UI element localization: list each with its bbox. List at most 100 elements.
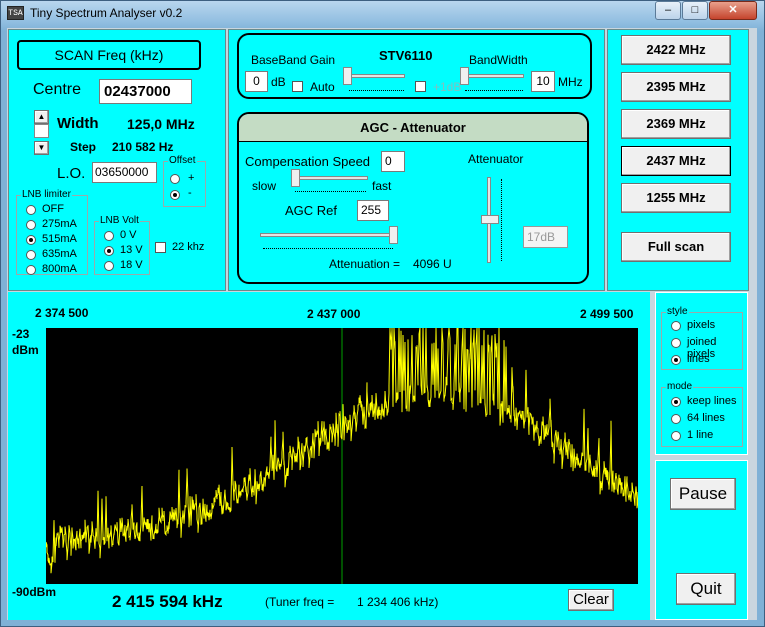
agc-title: AGC - Attenuator bbox=[239, 114, 587, 142]
mode-keep-radio[interactable] bbox=[671, 397, 681, 407]
width-up-button[interactable]: ▲ bbox=[34, 110, 49, 124]
minimize-button[interactable]: – bbox=[655, 1, 681, 20]
preset-2437-button[interactable]: 2437 MHz bbox=[621, 146, 731, 176]
comp-speed-slider[interactable] bbox=[291, 176, 368, 180]
full-scan-button[interactable]: Full scan bbox=[621, 232, 731, 262]
comp-speed-input[interactable]: 0 bbox=[381, 151, 405, 172]
style-pixels-radio[interactable] bbox=[671, 321, 681, 331]
mode-1-label: 1 line bbox=[687, 429, 714, 441]
plus1db-checkbox[interactable] bbox=[415, 81, 426, 92]
limiter-off-radio[interactable] bbox=[26, 205, 36, 215]
limiter-635-radio[interactable] bbox=[26, 250, 36, 260]
freq-left-label: 2 374 500 bbox=[35, 306, 89, 320]
offset-group-title: Offset bbox=[168, 155, 197, 166]
tuner-panel: STV6110 BaseBand Gain 0 dB Auto +1dB Ban… bbox=[228, 29, 605, 291]
pause-button[interactable]: Pause bbox=[670, 478, 736, 510]
freq-right-label: 2 499 500 bbox=[580, 307, 634, 321]
lnb-volt-title: LNB Volt bbox=[99, 215, 140, 226]
lnb-limiter-title: LNB limiter bbox=[21, 189, 72, 200]
top-db-unit: dBm bbox=[12, 343, 39, 357]
preset-1255-button[interactable]: 1255 MHz bbox=[621, 183, 731, 213]
comp-speed-ticks bbox=[295, 191, 366, 195]
tuner-freq-label: (Tuner freq = bbox=[265, 595, 335, 609]
mode-group-title: mode bbox=[666, 381, 694, 392]
volt-0-label: 0 V bbox=[120, 229, 137, 241]
preset-2369-button[interactable]: 2369 MHz bbox=[621, 109, 731, 139]
limiter-off-label: OFF bbox=[42, 203, 64, 215]
attenuator-label: Attenuator bbox=[468, 152, 524, 166]
baseband-gain-ticks bbox=[349, 90, 404, 94]
attenuator-thumb[interactable] bbox=[481, 215, 499, 224]
baseband-gain-slider[interactable] bbox=[345, 74, 405, 78]
volt-18-radio[interactable] bbox=[104, 261, 114, 271]
freq-center-label: 2 437 000 bbox=[307, 307, 361, 321]
width-label: Width bbox=[57, 115, 99, 132]
cursor-freq: 2 415 594 kHz bbox=[112, 592, 223, 611]
preset-2395-button[interactable]: 2395 MHz bbox=[621, 72, 731, 102]
agc-ref-thumb[interactable] bbox=[389, 226, 398, 244]
lo-input[interactable]: 03650000 bbox=[92, 162, 157, 183]
agc-ref-ticks bbox=[263, 248, 393, 252]
khz22-checkbox[interactable] bbox=[155, 242, 166, 253]
offset-group: Offset + - bbox=[163, 155, 206, 207]
plus1db-label: +1dB bbox=[433, 80, 462, 94]
comp-speed-label: Compensation Speed bbox=[245, 154, 371, 169]
scan-panel: SCAN Freq (kHz) Centre 02437000 ▲ ▼ Widt… bbox=[8, 29, 226, 291]
quit-button[interactable]: Quit bbox=[676, 573, 736, 605]
auto-label: Auto bbox=[310, 80, 335, 94]
limiter-515-radio[interactable] bbox=[26, 235, 36, 245]
mode-group: mode keep lines 64 lines 1 line bbox=[661, 381, 743, 447]
bandwidth-input[interactable]: 10 bbox=[531, 71, 555, 92]
top-db-label: -23 bbox=[12, 327, 30, 341]
limiter-275-radio[interactable] bbox=[26, 220, 36, 230]
title-bar[interactable]: TSA Tiny Spectrum Analyser v0.2 – □ ✕ bbox=[0, 0, 765, 28]
centre-label: Centre bbox=[33, 81, 82, 98]
baseband-unit: dB bbox=[271, 75, 286, 89]
limiter-800-radio[interactable] bbox=[26, 265, 36, 275]
lo-label: L.O. bbox=[57, 165, 86, 182]
baseband-gain-label: BaseBand Gain bbox=[251, 53, 336, 67]
spectrum-svg bbox=[45, 327, 639, 584]
maximize-button[interactable]: □ bbox=[682, 1, 708, 20]
baseband-gain-input[interactable]: 0 bbox=[245, 71, 268, 92]
bandwidth-unit: MHz bbox=[558, 75, 583, 89]
close-button[interactable]: ✕ bbox=[709, 1, 757, 20]
mode-1-radio[interactable] bbox=[671, 431, 681, 441]
clear-button[interactable]: Clear bbox=[568, 589, 614, 611]
centre-input[interactable]: 02437000 bbox=[99, 79, 192, 104]
volt-0-radio[interactable] bbox=[104, 231, 114, 241]
limiter-275-label: 275mA bbox=[42, 218, 77, 230]
lnb-volt-group: LNB Volt 0 V 13 V 18 V bbox=[94, 215, 150, 275]
volt-13-radio[interactable] bbox=[104, 246, 114, 256]
style-group-title: style bbox=[666, 306, 689, 317]
bandwidth-slider[interactable] bbox=[462, 74, 524, 78]
bandwidth-label: BandWidth bbox=[469, 53, 528, 67]
fast-label: fast bbox=[372, 179, 392, 193]
display-options-panel: style pixels joined pixels lines mode ke… bbox=[655, 292, 748, 455]
offset-plus-radio[interactable] bbox=[170, 174, 180, 184]
limiter-800-label: 800mA bbox=[42, 263, 77, 275]
bandwidth-thumb[interactable] bbox=[460, 67, 469, 85]
offset-minus-radio[interactable] bbox=[170, 190, 180, 200]
agc-ref-input[interactable]: 255 bbox=[357, 200, 389, 221]
style-pixels-label: pixels bbox=[687, 319, 716, 331]
control-panel: Pause Quit bbox=[655, 460, 748, 620]
preset-2422-button[interactable]: 2422 MHz bbox=[621, 35, 731, 65]
volt-18-label: 18 V bbox=[120, 259, 143, 271]
style-joined-radio[interactable] bbox=[671, 338, 681, 348]
style-lines-radio[interactable] bbox=[671, 355, 681, 365]
mode-64-radio[interactable] bbox=[671, 414, 681, 424]
agc-ref-slider[interactable] bbox=[260, 233, 398, 237]
width-spin-track bbox=[34, 124, 49, 138]
width-down-button[interactable]: ▼ bbox=[34, 141, 49, 155]
baseband-gain-thumb[interactable] bbox=[343, 67, 352, 85]
auto-checkbox[interactable] bbox=[292, 81, 303, 92]
khz22-label: 22 khz bbox=[172, 241, 205, 253]
volt-13-label: 13 V bbox=[120, 244, 143, 256]
spectrum-plot[interactable] bbox=[45, 327, 639, 584]
slow-label: slow bbox=[252, 179, 277, 193]
chip-label: STV6110 bbox=[379, 48, 433, 63]
presets-panel: 2422 MHz 2395 MHz 2369 MHz 2437 MHz 1255… bbox=[607, 29, 749, 291]
comp-speed-thumb[interactable] bbox=[291, 169, 300, 187]
width-value: 125,0 MHz bbox=[127, 116, 195, 132]
